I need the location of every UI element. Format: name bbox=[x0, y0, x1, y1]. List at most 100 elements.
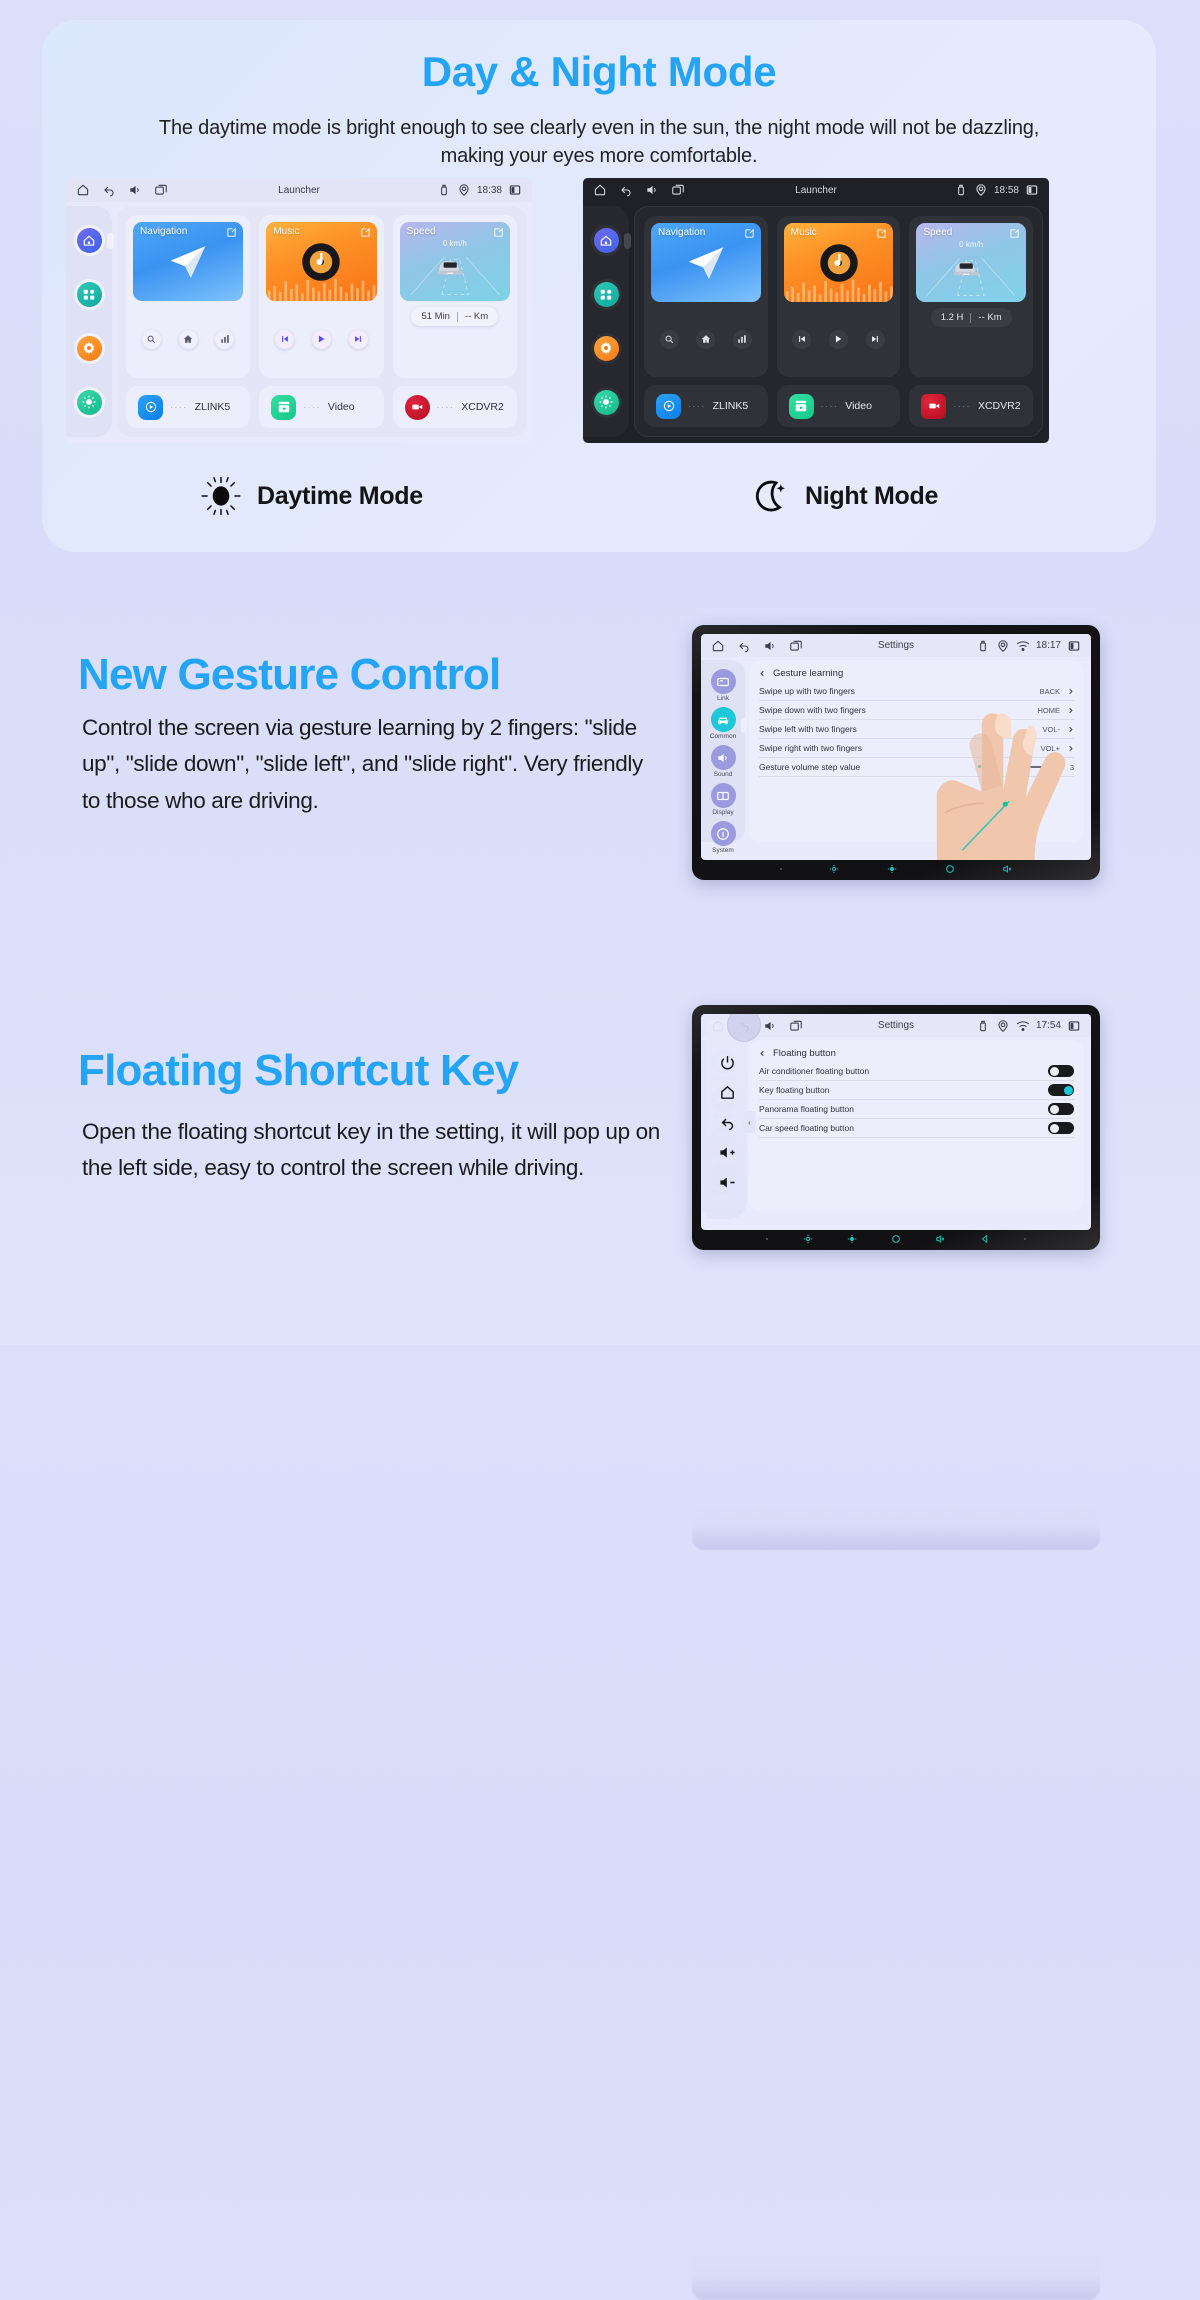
edit-icon[interactable] bbox=[493, 227, 504, 238]
app-xcdvr2[interactable]: ···· XCDVR2 bbox=[392, 386, 517, 428]
widget-music[interactable]: Music bbox=[259, 215, 384, 378]
sidebar-item-home[interactable] bbox=[76, 228, 102, 254]
back-chevron-icon[interactable] bbox=[759, 1050, 766, 1057]
sidebar-item-system[interactable]: System bbox=[710, 821, 736, 854]
volume-step-slider[interactable] bbox=[977, 765, 1063, 768]
widget-speed[interactable]: Speed 0 km/h bbox=[392, 215, 517, 378]
setting-row-swipe-right[interactable]: Swipe right with two fingers VOL+ bbox=[759, 739, 1074, 758]
setting-row-volume-step[interactable]: Gesture volume step value 3 bbox=[759, 758, 1074, 777]
home-icon[interactable] bbox=[711, 639, 725, 653]
mute-icon[interactable] bbox=[1002, 864, 1012, 874]
sidebar-item-brightness[interactable] bbox=[76, 389, 102, 415]
app-video[interactable]: ···· Video bbox=[776, 385, 901, 427]
brightness-up-icon[interactable] bbox=[887, 864, 897, 874]
recents-icon[interactable] bbox=[789, 639, 803, 653]
music-next-button[interactable] bbox=[865, 329, 885, 349]
row-label: Car speed floating button bbox=[759, 1123, 854, 1133]
back-icon[interactable] bbox=[102, 183, 116, 197]
back-chevron-icon[interactable] bbox=[759, 670, 766, 677]
toggle-air-conditioner[interactable] bbox=[1048, 1065, 1074, 1077]
toggle-car-speed[interactable] bbox=[1048, 1122, 1074, 1134]
home-circle-icon[interactable] bbox=[891, 1234, 901, 1244]
widget-speed[interactable]: Speed 0 km/h bbox=[909, 216, 1034, 377]
music-prev-button[interactable] bbox=[792, 329, 812, 349]
volume-up-icon[interactable] bbox=[719, 1144, 736, 1161]
brightness-down-icon[interactable] bbox=[803, 1234, 813, 1244]
setting-row-key-floating[interactable]: Key floating button bbox=[759, 1081, 1074, 1100]
nav-home-button[interactable] bbox=[178, 329, 198, 349]
toggle-panorama[interactable] bbox=[1048, 1103, 1074, 1115]
music-prev-button[interactable] bbox=[275, 329, 295, 349]
dot-leader: ···· bbox=[170, 402, 188, 412]
sidebar-item-apps[interactable] bbox=[593, 282, 619, 308]
nav-search-button[interactable] bbox=[659, 329, 679, 349]
app-zlink5[interactable]: ···· ZLINK5 bbox=[644, 385, 768, 427]
volume-icon[interactable] bbox=[763, 1019, 777, 1033]
toggle-key-floating[interactable] bbox=[1048, 1084, 1074, 1096]
app-xcdvr2[interactable]: ···· XCDVR2 bbox=[909, 385, 1034, 427]
sidebar-item-common[interactable]: Common bbox=[710, 707, 748, 740]
floating-bar-collapse-tab[interactable]: ‹ bbox=[743, 1111, 756, 1134]
back-icon[interactable] bbox=[719, 1114, 736, 1131]
music-play-button[interactable] bbox=[311, 329, 331, 349]
status-bar: Settings 18:17 bbox=[701, 634, 1091, 657]
nav-search-button[interactable] bbox=[141, 329, 161, 349]
home-icon[interactable] bbox=[593, 183, 607, 197]
setting-row-swipe-down[interactable]: Swipe down with two fingers HOME bbox=[759, 701, 1074, 720]
recents-icon[interactable] bbox=[789, 1019, 803, 1033]
mute-icon[interactable] bbox=[935, 1234, 945, 1244]
clock-label: 18:38 bbox=[476, 184, 502, 196]
edit-icon[interactable] bbox=[226, 227, 237, 238]
brightness-down-icon[interactable] bbox=[829, 864, 839, 874]
floating-shortcut-bar[interactable]: ‹ bbox=[707, 1014, 761, 1219]
widget-navigation[interactable]: Navigation bbox=[126, 215, 251, 378]
setting-row-panorama[interactable]: Panorama floating button bbox=[759, 1100, 1074, 1119]
sidebar-item-display[interactable]: Display bbox=[710, 783, 736, 816]
sidebar-item-settings[interactable] bbox=[593, 335, 619, 361]
setting-row-air-conditioner[interactable]: Air conditioner floating button bbox=[759, 1062, 1074, 1081]
back-triangle-icon[interactable] bbox=[980, 1234, 990, 1244]
sidebar-item-settings[interactable] bbox=[76, 335, 102, 361]
app-zlink5[interactable]: ···· ZLINK5 bbox=[126, 386, 251, 428]
row-label: Swipe down with two fingers bbox=[759, 705, 866, 715]
home-icon[interactable] bbox=[719, 1084, 736, 1101]
sidebar-item-brightness[interactable] bbox=[593, 389, 619, 415]
info-icon bbox=[717, 827, 729, 840]
setting-row-swipe-left[interactable]: Swipe left with two fingers VOL- bbox=[759, 720, 1074, 739]
paper-plane-icon bbox=[170, 245, 206, 278]
edit-icon[interactable] bbox=[876, 228, 887, 239]
app-video[interactable]: ···· Video bbox=[259, 386, 384, 428]
volume-icon[interactable] bbox=[128, 183, 142, 197]
speed-stats: 51 Min -- Km bbox=[411, 307, 499, 326]
sidebar-item-link[interactable]: Link bbox=[710, 669, 736, 702]
row-label: Gesture volume step value bbox=[759, 762, 861, 772]
sidebar-item-apps[interactable] bbox=[76, 282, 102, 308]
recents-icon[interactable] bbox=[671, 183, 685, 197]
setting-row-car-speed[interactable]: Car speed floating button bbox=[759, 1119, 1074, 1138]
brightness-up-icon[interactable] bbox=[847, 1234, 857, 1244]
nav-home-button[interactable] bbox=[696, 329, 716, 349]
setting-row-swipe-up[interactable]: Swipe up with two fingers BACK bbox=[759, 682, 1074, 701]
volume-icon[interactable] bbox=[763, 639, 777, 653]
edit-icon[interactable] bbox=[360, 227, 371, 238]
widget-navigation[interactable]: Navigation bbox=[644, 216, 768, 377]
widget-title: Navigation bbox=[658, 227, 706, 238]
edit-icon[interactable] bbox=[1009, 228, 1020, 239]
volume-down-icon[interactable] bbox=[719, 1174, 736, 1191]
nav-traffic-button[interactable] bbox=[215, 329, 235, 349]
recents-icon[interactable] bbox=[154, 183, 168, 197]
home-icon[interactable] bbox=[76, 183, 90, 197]
widget-music[interactable]: Music bbox=[776, 216, 901, 377]
edit-icon[interactable] bbox=[744, 228, 755, 239]
home-circle-icon[interactable] bbox=[945, 864, 955, 874]
sidebar-item-home[interactable] bbox=[593, 228, 619, 254]
nav-traffic-button[interactable] bbox=[732, 329, 752, 349]
back-icon[interactable] bbox=[619, 183, 633, 197]
sidebar-item-sound[interactable]: Sound bbox=[710, 745, 736, 778]
music-next-button[interactable] bbox=[348, 329, 368, 349]
apps-icon bbox=[600, 289, 612, 300]
power-icon[interactable] bbox=[719, 1054, 736, 1071]
back-icon[interactable] bbox=[737, 639, 751, 653]
music-play-button[interactable] bbox=[828, 329, 848, 349]
volume-icon[interactable] bbox=[645, 183, 659, 197]
